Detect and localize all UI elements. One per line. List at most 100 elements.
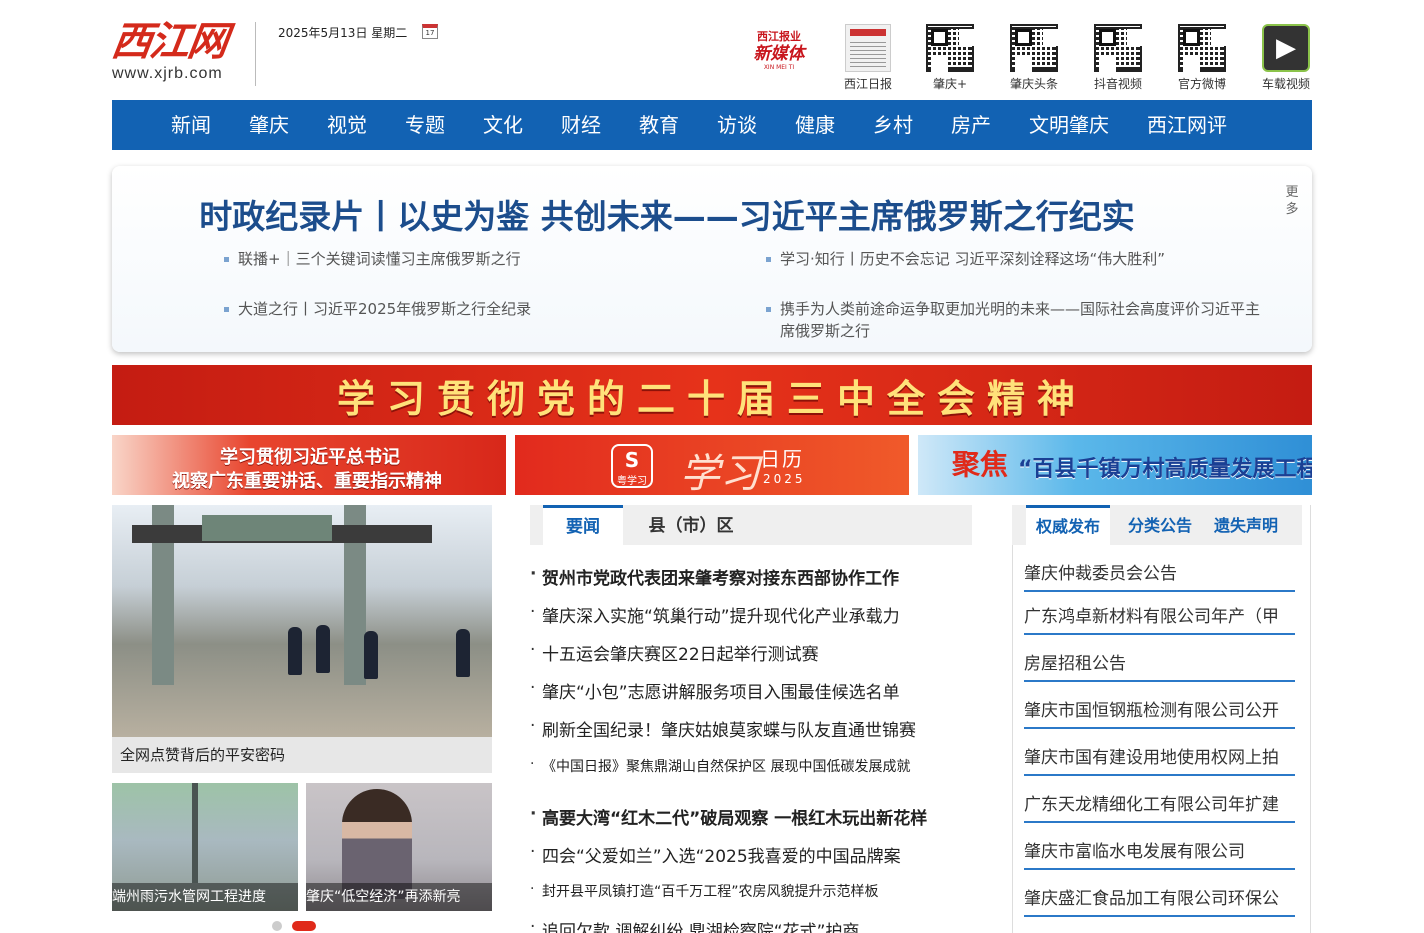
nav-item-education[interactable]: 教育 [620,100,698,150]
nav-item-property[interactable]: 房产 [932,100,1010,150]
headline-link[interactable]: 携手为人类前途命运争取更加光明的未来——国际社会高度评价习近平主席俄罗斯之行 [766,298,1266,342]
site-header: 西江网 www.xjrb.com 2025年5月13日 星期二 17 西江报业 … [109,0,1314,100]
news-tabs: 要闻 县（市）区 [530,505,972,545]
nav-item-culture[interactable]: 文化 [464,100,542,150]
xmt-sub: XIN MEI TI [763,64,795,71]
headline-links: 联播+｜三个关键词读懂习主席俄罗斯之行 学习·知行丨历史不会忘记 习近平深刻诠释… [224,246,1284,346]
newspaper-icon [845,24,891,72]
gate-sign [202,515,332,541]
lamp-pole [192,783,198,883]
thumb-caption: 肇庆“低空经济”再添新亮 [306,883,492,911]
tab-top-news[interactable]: 要闻 [543,505,623,545]
banner-text: 学习贯彻党的二十届三中全会精神 [336,375,1087,421]
pedestrian-figure [456,629,470,677]
tab-classified[interactable]: 分类公告 [1122,505,1198,545]
yue-xuexi-app-icon: 粤学习 [611,444,653,488]
theme-banner[interactable]: 学习贯彻党的二十届三中全会精神 [112,365,1312,425]
link-car-video[interactable]: ▶ 车载视频 [1258,24,1314,92]
notice-item[interactable]: 肇庆市国恒钢瓶检测有限公司公开 [1024,695,1295,729]
nav-item-civilization[interactable]: 文明肇庆 [1010,100,1128,150]
nav-item-zhaoqing[interactable]: 肇庆 [230,100,308,150]
link-label: 肇庆头条 [1009,77,1058,91]
main-photo[interactable]: 全网点赞背后的平安密码 [112,505,492,773]
news-item[interactable]: 贺州市党政代表团来肇考察对接东西部协作工作 [530,564,960,589]
sub-banner-slogan: “百县千镇万村高质量发展工程” [1018,457,1312,482]
news-item[interactable]: 四会“父爱如兰”入选“2025我喜爱的中国品牌案 [530,842,960,867]
calendar-icon[interactable]: 17 [422,24,438,39]
news-item[interactable]: 《中国日报》聚焦鼎湖山自然保护区 展现中国低碳发展成就 [530,756,960,776]
more-link[interactable]: 更多 [1284,184,1300,218]
police-figure [316,625,330,673]
sub-banner-line: 学习贯彻习近平总书记 [220,447,400,468]
link-zqtt[interactable]: 肇庆头条 [1006,24,1062,92]
main-photo-caption: 全网点赞背后的平安密码 [112,737,492,773]
xmt-top: 西江报业 [757,30,801,43]
police-figure [288,627,302,675]
nav-item-interview[interactable]: 访谈 [698,100,776,150]
qr-code-icon [1178,24,1226,72]
nav-item-visual[interactable]: 视觉 [308,100,386,150]
tab-official[interactable]: 权威发布 [1026,505,1110,545]
nav-item-commentary[interactable]: 西江网评 [1128,100,1246,150]
news-item[interactable]: 高要大湾“红木二代”破局观察 一根红木玩出新花样 [530,804,960,829]
xmt-main: 新媒体 [753,44,805,64]
notice-item[interactable]: 肇庆盛汇食品加工有限公司环保公 [1024,883,1295,917]
headline-title[interactable]: 时政纪录片丨以史为鉴 共创未来——习近平主席俄罗斯之行纪实 [112,190,1222,238]
sub-banner-big: 学习 [680,451,760,495]
photo-thumb[interactable]: 端州雨污水管网工程进度 [112,783,298,911]
photo-thumb[interactable]: 肇庆“低空经济”再添新亮 [306,783,492,911]
qr-code-icon [926,24,974,72]
link-weibo[interactable]: 官方微博 [1174,24,1230,92]
link-xjrb[interactable]: 西江日报 [840,24,896,92]
headline-link[interactable]: 大道之行丨习近平2025年俄罗斯之行全纪录 [224,298,744,320]
link-label: 车载视频 [1261,77,1310,91]
site-logo[interactable]: 西江网 www.xjrb.com [109,18,242,88]
notice-item[interactable]: 房屋招租公告 [1024,648,1295,682]
link-label: 肇庆+ [932,77,968,91]
news-item[interactable]: 刷新全国纪录！肇庆姑娘莫家蝶与队友直通世锦赛 [530,716,960,741]
qr-code-icon [1094,24,1142,72]
notice-item[interactable]: 肇庆仲裁委员会公告 [1024,558,1295,592]
play-icon: ▶ [1262,24,1310,72]
notice-item[interactable]: 肇庆市国有建设用地使用权网上拍 [1024,742,1295,776]
notice-item[interactable]: 广东鸿卓新材料有限公司年产（甲 [1024,601,1295,635]
link-label: 官方微博 [1177,77,1226,91]
logo-mark: 西江网 [108,18,230,65]
sub-banner-line: 视察广东重要讲话、重要指示精神 [172,471,442,492]
news-item[interactable]: 肇庆深入实施“筑巢行动”提升现代化产业承载力 [530,602,960,627]
thumb-caption: 端州雨污水管网工程进度 [112,883,298,911]
headline-panel: 时政纪录片丨以史为鉴 共创未来——习近平主席俄罗斯之行纪实 更多 联播+｜三个关… [112,166,1312,352]
tab-counties[interactable]: 县（市）区 [636,505,746,545]
tab-lost-notice[interactable]: 遗失声明 [1208,505,1284,545]
sub-banner-year: 2025 [763,472,806,486]
carousel-dot[interactable] [272,921,282,931]
xmt-logo[interactable]: 西江报业 新媒体 XIN MEI TI [747,28,811,74]
news-item[interactable]: 十五运会肇庆赛区22日起举行测试赛 [530,640,960,665]
sub-banner-focus-title: 聚焦 [952,448,1009,481]
news-item[interactable]: 肇庆“小包”志愿讲解服务项目入围最佳候选名单 [530,678,960,703]
police-figure [364,631,378,679]
nav-item-topics[interactable]: 专题 [386,100,464,150]
headline-link[interactable]: 联播+｜三个关键词读懂习主席俄罗斯之行 [224,248,744,270]
link-douyin[interactable]: 抖音视频 [1090,24,1146,92]
sub-banner-focus[interactable]: 聚焦 “百县千镇万村高质量发展工程” [918,435,1312,495]
sub-banner-calendar[interactable]: 粤学习 学习 日历 2025 [515,435,909,495]
news-item[interactable]: 封开县平凤镇打造“百千万工程”农房风貌提升示范样板 [530,881,960,901]
nav-item-health[interactable]: 健康 [776,100,854,150]
link-zqplus[interactable]: 肇庆+ [922,24,978,92]
carousel-dot-active[interactable] [292,921,316,931]
notice-item[interactable]: 肇庆市富临水电发展有限公司 [1024,836,1295,870]
nav-item-rural[interactable]: 乡村 [854,100,932,150]
logo-url: www.xjrb.com [112,65,223,82]
nav-item-finance[interactable]: 财经 [542,100,620,150]
header-divider [255,22,256,86]
news-item[interactable]: 追回欠款 调解纠纷 鼎湖检察院“花式”护商 [530,917,960,933]
qr-code-icon [1010,24,1058,72]
main-nav: 新闻 肇庆 视觉 专题 文化 财经 教育 访谈 健康 乡村 房产 文明肇庆 西江… [112,100,1312,150]
link-label: 西江日报 [843,77,892,91]
headline-link[interactable]: 学习·知行丨历史不会忘记 习近平深刻诠释这场“伟大胜利” [766,248,1286,270]
main-photo-image [112,505,492,737]
sub-banner-study[interactable]: 学习贯彻习近平总书记 视察广东重要讲话、重要指示精神 [112,435,506,495]
nav-item-news[interactable]: 新闻 [152,100,230,150]
notice-item[interactable]: 广东天龙精细化工有限公司年扩建 [1024,789,1295,823]
